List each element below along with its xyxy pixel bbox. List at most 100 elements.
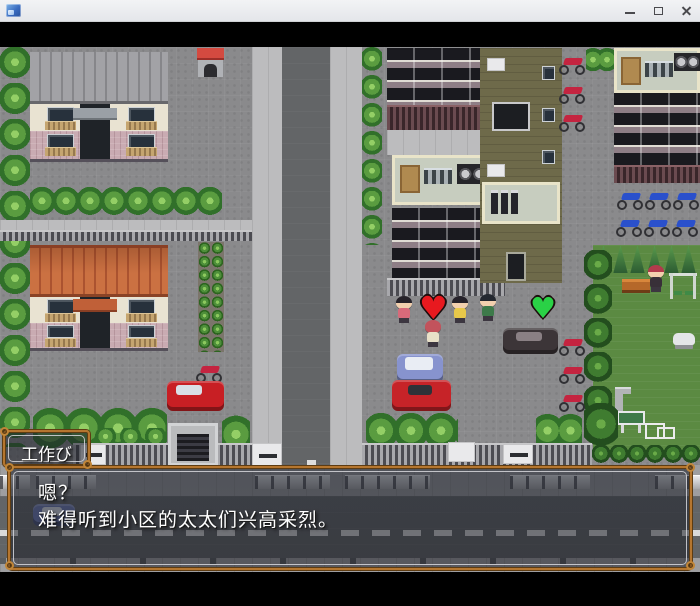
frame-ornament [5, 561, 14, 570]
ac-unit [487, 58, 505, 71]
frame-ornament [686, 463, 695, 472]
shed-door [204, 64, 217, 77]
minimize-icon [625, 12, 635, 14]
npc-woman-yellow[interactable] [449, 296, 471, 324]
climbing-frame [657, 427, 675, 439]
base-shadow [30, 159, 168, 162]
close-icon [681, 5, 692, 16]
dialog-line-2: 难得听到小区的太太们兴高采烈。 [38, 505, 338, 532]
tree-pair [586, 47, 614, 77]
motorbike-red-icon [559, 84, 585, 104]
sidewalk-strip [0, 220, 252, 230]
notice-board [617, 411, 645, 433]
garage [168, 423, 218, 466]
window [47, 134, 74, 148]
npc-woman-pink[interactable] [393, 296, 415, 324]
red-car-left [167, 381, 224, 411]
park-hedge-bottom [592, 445, 700, 465]
npc-red-haired-girl[interactable] [645, 265, 667, 293]
title-bar[interactable] [0, 0, 700, 22]
window [47, 325, 74, 338]
motorbike-red-icon [559, 364, 585, 384]
balcony [126, 313, 157, 322]
window [542, 108, 555, 122]
conifer-tree [680, 245, 697, 273]
bicycle-blue-icon [673, 190, 699, 210]
dark-sedan [503, 328, 558, 354]
window [128, 299, 155, 314]
rear-door [506, 252, 526, 281]
window-rows [614, 93, 700, 165]
bicycle-blue-icon [617, 190, 643, 210]
block-wall [0, 230, 252, 241]
green-heart-icon: ♥ [530, 294, 556, 323]
dialog-box[interactable]: 嗯？ 难得听到小区的太太们兴高采烈。 [8, 466, 692, 570]
balcony-fence [614, 165, 700, 183]
window [128, 107, 155, 122]
entrance-awning [73, 299, 117, 312]
motorbike-red-icon [559, 392, 585, 412]
van-roof [405, 357, 433, 370]
frame-ornament [5, 463, 14, 472]
street-wall-right [362, 443, 592, 465]
base-shadow [30, 348, 168, 351]
npc-man-green[interactable] [477, 294, 499, 322]
frame-ornament [686, 561, 695, 570]
name-box: 工作び [3, 430, 90, 467]
sidewalk-vertical-left [252, 47, 282, 470]
balcony [126, 121, 157, 130]
gate-pillar [448, 442, 475, 462]
apartment-complex-b [614, 48, 700, 183]
hedge-column [362, 47, 382, 245]
sidewalk-vertical-right [330, 47, 362, 470]
motorbike-red-icon [559, 112, 585, 132]
balcony [126, 147, 157, 156]
minimize-button[interactable] [616, 0, 644, 22]
vent-pillar [501, 190, 508, 214]
rooftop-crate [400, 165, 420, 193]
rooftop-crate [621, 57, 641, 85]
letterbox-bottom [0, 572, 700, 606]
apartment-house-b [30, 245, 168, 351]
speaker-name: 工作び [5, 440, 88, 465]
red-sports-car [392, 380, 451, 411]
window [47, 107, 74, 122]
maximize-button[interactable] [644, 0, 672, 22]
balcony [45, 121, 76, 130]
bicycle-blue-icon [645, 190, 671, 210]
game-window: ♥ ♥ [0, 0, 700, 606]
shed-roof [197, 48, 224, 60]
maximize-icon [654, 7, 663, 15]
player-character[interactable] [422, 320, 444, 348]
fountain-spout [615, 387, 631, 394]
car-windows [516, 332, 542, 341]
vent-pillar [511, 190, 518, 214]
shed [197, 48, 224, 77]
rooftop-terrace-2 [482, 182, 560, 224]
ac-unit [487, 164, 505, 177]
apartment-house-a [30, 52, 168, 162]
close-button[interactable] [672, 0, 700, 22]
window [128, 325, 155, 338]
window-controls [616, 0, 700, 22]
ac-fan-unit [674, 53, 700, 71]
conifer-tree [612, 245, 629, 273]
conifer-tree [629, 245, 646, 273]
garage-door [177, 434, 209, 461]
swing-set [669, 271, 697, 301]
bicycle-red-icon [196, 363, 222, 383]
letterbox-top [0, 22, 700, 47]
windshield [408, 385, 432, 395]
balcony [45, 338, 76, 347]
hedge-row [30, 187, 222, 220]
road-vertical [282, 47, 330, 470]
utility-box [503, 444, 533, 464]
window [47, 299, 74, 314]
rooftop-equipment [424, 168, 452, 184]
frame-ornament [83, 460, 92, 469]
window [542, 150, 555, 164]
entrance-building [480, 48, 562, 283]
balcony [45, 147, 76, 156]
spring-rider [673, 333, 695, 345]
bicycle-blue-icon [672, 217, 698, 237]
